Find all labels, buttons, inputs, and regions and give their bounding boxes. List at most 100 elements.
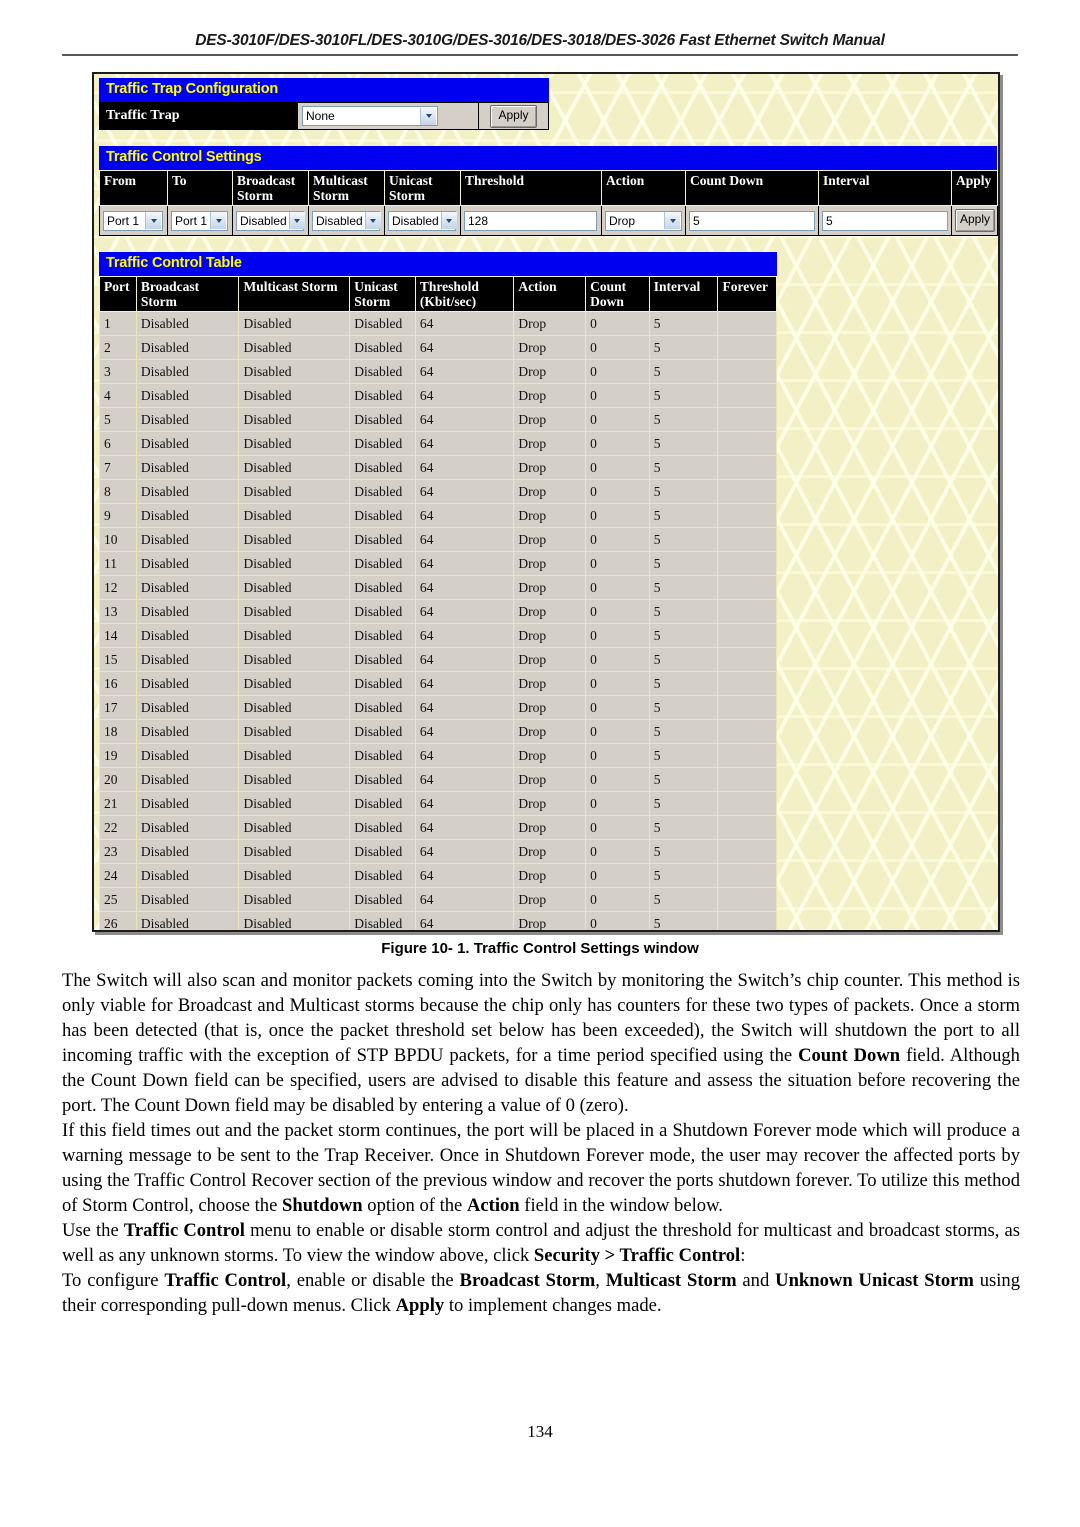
cell-count-down: 0 xyxy=(585,479,650,504)
cell-forever xyxy=(717,551,777,576)
traffic-control-settings-table: From To Broadcast Storm Multicast Storm … xyxy=(99,170,998,236)
table-row: 3 Disabled Disabled Disabled 64 Drop 0 5 xyxy=(99,359,777,384)
broadcast-storm-select[interactable]: Disabled xyxy=(236,210,305,231)
cell-interval: 5 xyxy=(648,647,719,672)
settings-header-row: From To Broadcast Storm Multicast Storm … xyxy=(99,170,998,206)
cell-unicast-storm: Disabled xyxy=(349,695,416,720)
table-row: 20 Disabled Disabled Disabled 64 Drop 0 5 xyxy=(99,767,777,792)
cell-interval: 5 xyxy=(648,575,719,600)
cell-multicast-storm: Disabled xyxy=(238,647,351,672)
cell-action: Drop xyxy=(513,527,587,552)
cell-action: Drop xyxy=(513,359,587,384)
body-run: and xyxy=(736,1270,776,1291)
cell-count-down: 0 xyxy=(585,695,650,720)
cell-action: Drop xyxy=(513,599,587,624)
cell-count-down: 0 xyxy=(585,407,650,432)
emphasis-text: Traffic Control xyxy=(123,1220,245,1241)
cell-action: Drop xyxy=(513,647,587,672)
cell-action: Drop xyxy=(513,911,587,930)
cell-interval: 5 xyxy=(648,815,719,840)
paragraph-1: The Switch will also scan and monitor pa… xyxy=(62,968,1020,1118)
cell-multicast-storm: Disabled xyxy=(238,743,351,768)
cell-threshold: 64 xyxy=(414,383,515,408)
cell-unicast-storm: Disabled xyxy=(349,503,416,528)
cell-interval: 5 xyxy=(648,359,719,384)
control-col-threshold: Threshold (Kbit/sec) xyxy=(414,276,515,312)
cell-multicast-storm: Disabled xyxy=(238,575,351,600)
chevron-down-icon xyxy=(364,212,381,229)
cell-count-down: 0 xyxy=(585,671,650,696)
settings-cell-action: Drop xyxy=(601,205,686,236)
cell-count-down: 0 xyxy=(585,599,650,624)
table-row: 2 Disabled Disabled Disabled 64 Drop 0 5 xyxy=(99,335,777,360)
table-row: 9 Disabled Disabled Disabled 64 Drop 0 5 xyxy=(99,503,777,528)
cell-forever xyxy=(717,503,777,528)
multicast-storm-select[interactable]: Disabled xyxy=(312,210,381,231)
cell-port: 1 xyxy=(99,311,137,336)
to-port-value: Port 1 xyxy=(175,213,208,228)
cell-port: 3 xyxy=(99,359,137,384)
action-value: Drop xyxy=(609,213,636,228)
unicast-storm-select[interactable]: Disabled xyxy=(388,210,457,231)
cell-multicast-storm: Disabled xyxy=(238,671,351,696)
control-col-unicast-storm: Unicast Storm xyxy=(349,276,416,312)
settings-col-unicast-storm: Unicast Storm xyxy=(384,170,461,206)
cell-forever xyxy=(717,455,777,480)
traffic-control-table: Port Broadcast Storm Multicast Storm Uni… xyxy=(99,276,777,930)
cell-threshold: 64 xyxy=(414,839,515,864)
cell-broadcast-storm: Disabled xyxy=(135,383,240,408)
table-row: 11 Disabled Disabled Disabled 64 Drop 0 5 xyxy=(99,551,777,576)
cell-action: Drop xyxy=(513,311,587,336)
settings-col-count-down: Count Down xyxy=(685,170,819,206)
cell-unicast-storm: Disabled xyxy=(349,671,416,696)
cell-port: 8 xyxy=(99,479,137,504)
cell-count-down: 0 xyxy=(585,383,650,408)
cell-unicast-storm: Disabled xyxy=(349,551,416,576)
cell-interval: 5 xyxy=(648,527,719,552)
control-col-count-down: Count Down xyxy=(585,276,650,312)
cell-forever xyxy=(717,311,777,336)
cell-broadcast-storm: Disabled xyxy=(135,503,240,528)
cell-forever xyxy=(717,383,777,408)
settings-apply-button[interactable]: Apply xyxy=(955,209,996,232)
action-select[interactable]: Drop xyxy=(605,210,682,231)
settings-cell-from: Port 1 xyxy=(99,205,168,236)
cell-broadcast-storm: Disabled xyxy=(135,599,240,624)
cell-multicast-storm: Disabled xyxy=(238,335,351,360)
cell-unicast-storm: Disabled xyxy=(349,863,416,888)
table-row: 24 Disabled Disabled Disabled 64 Drop 0 5 xyxy=(99,863,777,888)
cell-count-down: 0 xyxy=(585,335,650,360)
cell-unicast-storm: Disabled xyxy=(349,479,416,504)
cell-threshold: 64 xyxy=(414,527,515,552)
cell-interval: 5 xyxy=(648,887,719,912)
traffic-trap-apply-cell: Apply xyxy=(479,102,549,130)
traffic-trap-label: Traffic Trap xyxy=(99,102,298,130)
cell-multicast-storm: Disabled xyxy=(238,815,351,840)
to-port-select[interactable]: Port 1 xyxy=(171,210,228,231)
cell-multicast-storm: Disabled xyxy=(238,311,351,336)
cell-unicast-storm: Disabled xyxy=(349,599,416,624)
cell-unicast-storm: Disabled xyxy=(349,455,416,480)
from-port-select[interactable]: Port 1 xyxy=(103,210,163,231)
cell-port: 12 xyxy=(99,575,137,600)
cell-forever xyxy=(717,911,777,930)
cell-unicast-storm: Disabled xyxy=(349,887,416,912)
interval-input[interactable]: 5 xyxy=(822,210,948,231)
cell-action: Drop xyxy=(513,431,587,456)
count-down-input[interactable]: 5 xyxy=(689,210,815,231)
cell-count-down: 0 xyxy=(585,839,650,864)
cell-port: 21 xyxy=(99,791,137,816)
cell-forever xyxy=(717,743,777,768)
cell-interval: 5 xyxy=(648,767,719,792)
cell-threshold: 64 xyxy=(414,791,515,816)
cell-forever xyxy=(717,527,777,552)
cell-port: 9 xyxy=(99,503,137,528)
threshold-input[interactable]: 128 xyxy=(464,210,597,231)
traffic-trap-apply-button[interactable]: Apply xyxy=(490,104,537,128)
header-rule xyxy=(62,54,1018,56)
emphasis-text: Unknown Unicast Storm xyxy=(775,1270,974,1291)
traffic-trap-select[interactable]: None xyxy=(302,106,438,126)
table-row: 16 Disabled Disabled Disabled 64 Drop 0 5 xyxy=(99,671,777,696)
cell-forever xyxy=(717,647,777,672)
control-col-broadcast-storm: Broadcast Storm xyxy=(135,276,240,312)
